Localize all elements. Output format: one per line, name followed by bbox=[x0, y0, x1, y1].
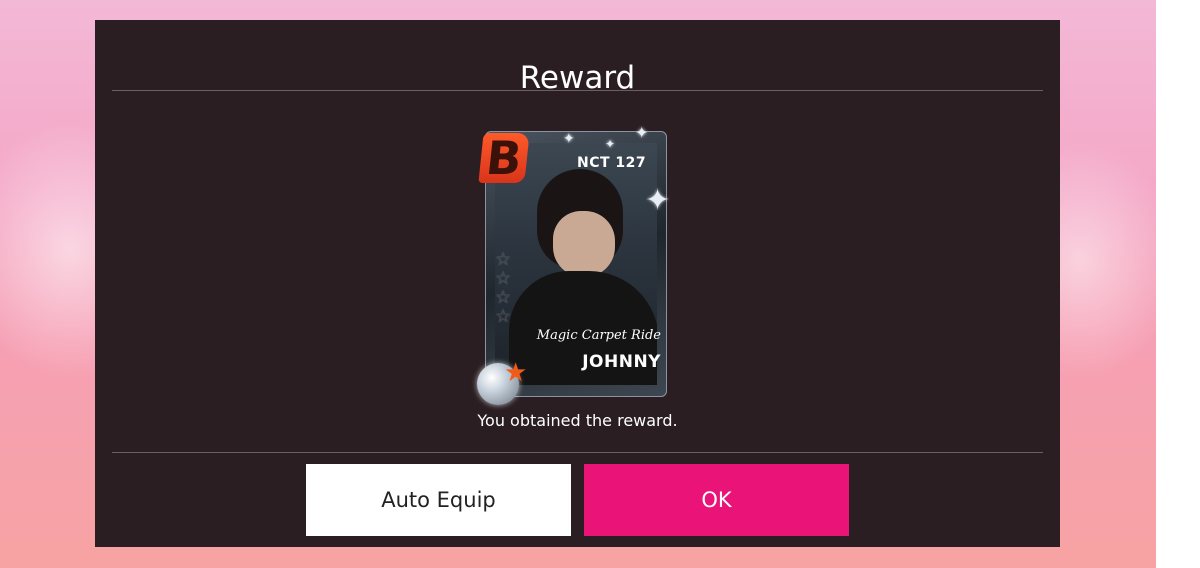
empty-star-icon: ☆ bbox=[495, 249, 512, 270]
grade-badge: B bbox=[478, 131, 530, 185]
reward-message: You obtained the reward. bbox=[477, 411, 678, 430]
star-icon: ★ bbox=[504, 358, 528, 388]
group-label: NCT 127 bbox=[577, 155, 647, 171]
rarity-stars: ☆ ☆ ☆ ☆ bbox=[495, 250, 515, 326]
screen-edge-bar bbox=[1156, 0, 1200, 568]
sparkle-icon: ✦ bbox=[635, 123, 649, 142]
empty-star-icon: ☆ bbox=[495, 268, 512, 289]
card-title: Magic Carpet Ride bbox=[536, 328, 661, 343]
ok-button[interactable]: OK bbox=[584, 464, 849, 536]
empty-star-icon: ☆ bbox=[495, 287, 512, 308]
reward-dialog: Reward B NCT 127 ✦ ✦ ✦ ✦ ☆ ☆ ☆ ☆ Magic C… bbox=[95, 20, 1060, 547]
sparkle-icon: ✦ bbox=[605, 137, 616, 151]
auto-equip-button[interactable]: Auto Equip bbox=[306, 464, 571, 536]
card-member-name: JOHNNY bbox=[582, 352, 661, 372]
empty-star-icon: ☆ bbox=[495, 306, 512, 327]
divider bbox=[112, 90, 1043, 91]
reward-card[interactable]: B NCT 127 ✦ ✦ ✦ ✦ ☆ ☆ ☆ ☆ Magic Carpet R… bbox=[477, 123, 671, 405]
sparkle-icon: ✦ bbox=[563, 131, 575, 147]
dialog-title: Reward bbox=[519, 60, 636, 96]
sparkle-icon: ✦ bbox=[645, 183, 671, 218]
divider bbox=[112, 452, 1043, 453]
photo-face bbox=[553, 211, 615, 277]
